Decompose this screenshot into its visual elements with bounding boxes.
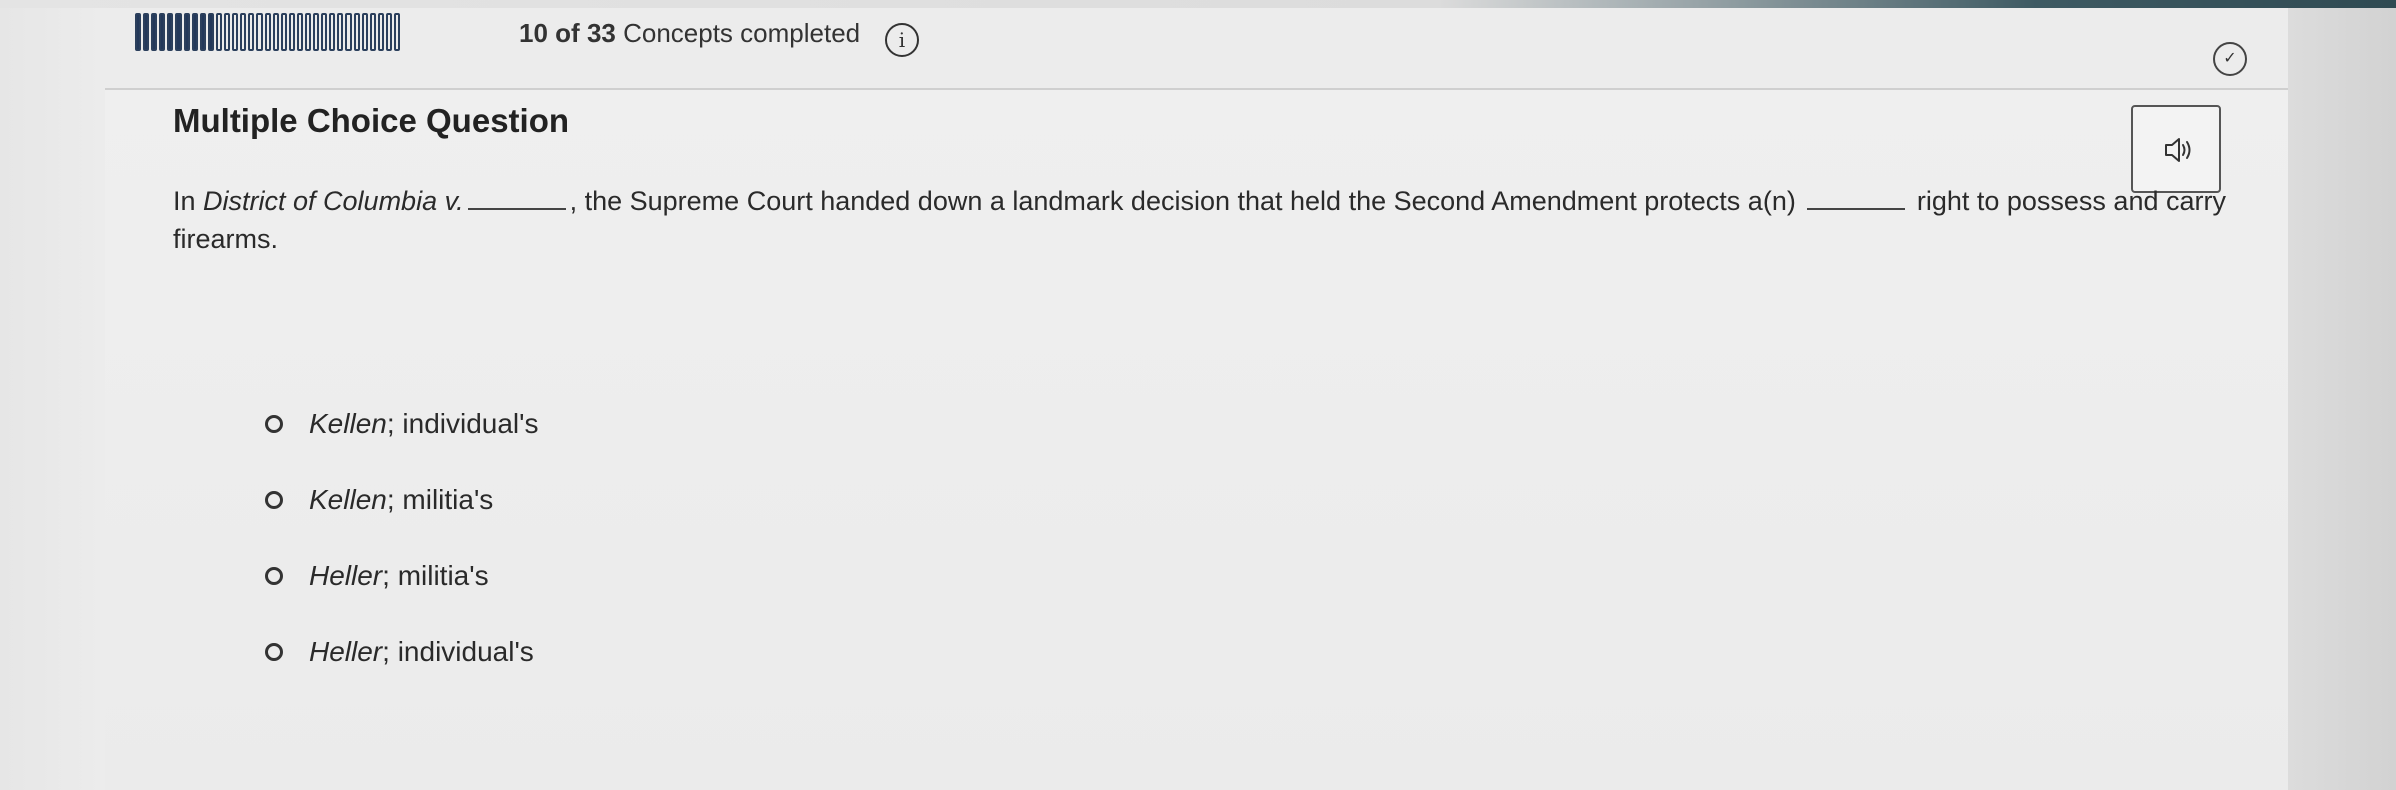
read-aloud-button[interactable]	[2131, 105, 2221, 193]
option-rest-text: ; militia's	[382, 560, 489, 591]
progress-segment-completed	[207, 13, 214, 51]
option-rest-text: ; individual's	[386, 408, 539, 439]
info-icon[interactable]: i	[885, 23, 919, 57]
progress-segment-remaining	[313, 13, 320, 51]
option-case-name: Heller	[309, 560, 383, 591]
answer-option[interactable]: Kellen; individual's	[265, 406, 539, 442]
option-rest-text: ; individual's	[382, 636, 534, 667]
progress-segment-remaining	[224, 13, 231, 51]
progress-suffix-label: Concepts completed	[623, 18, 861, 48]
prompt-part-2: , the Supreme Court handed down a landma…	[569, 186, 1804, 216]
right-margin	[2288, 8, 2396, 790]
progress-segment-remaining	[321, 13, 328, 51]
progress-segment-completed	[191, 13, 198, 51]
answer-option-label: Kellen; militia's	[309, 484, 493, 516]
radio-button[interactable]	[265, 491, 283, 509]
progress-segment-completed	[143, 13, 150, 51]
radio-button[interactable]	[265, 567, 283, 585]
progress-segment-completed	[199, 13, 206, 51]
progress-segment-remaining	[369, 13, 376, 51]
answer-option-label: Kellen; individual's	[309, 408, 539, 440]
option-case-name: Kellen	[309, 484, 387, 515]
progress-segment-remaining	[361, 13, 368, 51]
progress-segment-remaining	[248, 13, 255, 51]
speaker-icon	[2165, 138, 2191, 162]
question-prompt: In District of Columbia v. , the Supreme …	[173, 182, 2323, 258]
progress-total-count: 33	[586, 18, 616, 48]
left-margin	[0, 8, 105, 790]
progress-segment-completed	[135, 13, 142, 51]
prompt-blank-2	[1807, 208, 1906, 210]
progress-segment-completed	[159, 13, 166, 51]
progress-segment-remaining	[215, 13, 223, 51]
progress-segment-remaining	[337, 13, 344, 51]
progress-segment-remaining	[329, 13, 336, 51]
progress-segment-remaining	[385, 13, 392, 51]
progress-segment-remaining	[296, 13, 303, 51]
progress-segment-remaining	[240, 13, 247, 51]
answer-option[interactable]: Heller; individual's	[265, 634, 539, 670]
answer-option[interactable]: Heller; militia's	[265, 558, 539, 594]
progress-segment-completed	[151, 13, 158, 51]
progress-segment-completed	[167, 13, 174, 51]
option-case-name: Heller	[309, 636, 383, 667]
progress-segment-remaining	[345, 13, 352, 51]
progress-segment-remaining	[272, 13, 279, 51]
question-type-heading: Multiple Choice Question	[173, 102, 570, 139]
progress-segment-remaining	[280, 13, 287, 51]
progress-segment-remaining	[304, 13, 312, 51]
prompt-case-name: District of Columbia v.	[203, 186, 464, 216]
progress-segment-completed	[183, 13, 190, 51]
radio-button[interactable]	[265, 643, 283, 661]
progress-segment-remaining	[394, 13, 401, 51]
answer-option[interactable]: Kellen; militia's	[265, 482, 539, 518]
header-bar: 10 of 33 Concepts completed i ✓	[105, 8, 2288, 90]
progress-segment-completed	[175, 13, 182, 51]
progress-segment-remaining	[377, 13, 384, 51]
answer-option-label: Heller; individual's	[309, 636, 534, 668]
progress-bar	[135, 13, 401, 51]
prompt-blank-1	[467, 208, 566, 210]
progress-segment-remaining	[288, 13, 295, 51]
progress-segment-remaining	[264, 13, 271, 51]
option-case-name: Kellen	[309, 408, 387, 439]
progress-segment-remaining	[353, 13, 360, 51]
progress-of-label: of	[555, 18, 580, 48]
progress-completed-count: 10	[519, 18, 548, 48]
radio-button[interactable]	[265, 415, 283, 433]
option-rest-text: ; militia's	[386, 484, 494, 515]
prompt-part-1: In	[173, 186, 204, 216]
progress-segment-remaining	[232, 13, 239, 51]
top-strip	[0, 0, 2396, 8]
progress-segment-remaining	[256, 13, 263, 51]
check-circle-icon[interactable]: ✓	[2213, 42, 2247, 76]
progress-label: 10 of 33 Concepts completed	[519, 18, 860, 49]
question-panel: Multiple Choice Question In District of …	[105, 90, 2288, 790]
answer-option-label: Heller; militia's	[309, 560, 489, 592]
answer-options: Kellen; individual's Kellen; militia's H…	[265, 406, 539, 710]
